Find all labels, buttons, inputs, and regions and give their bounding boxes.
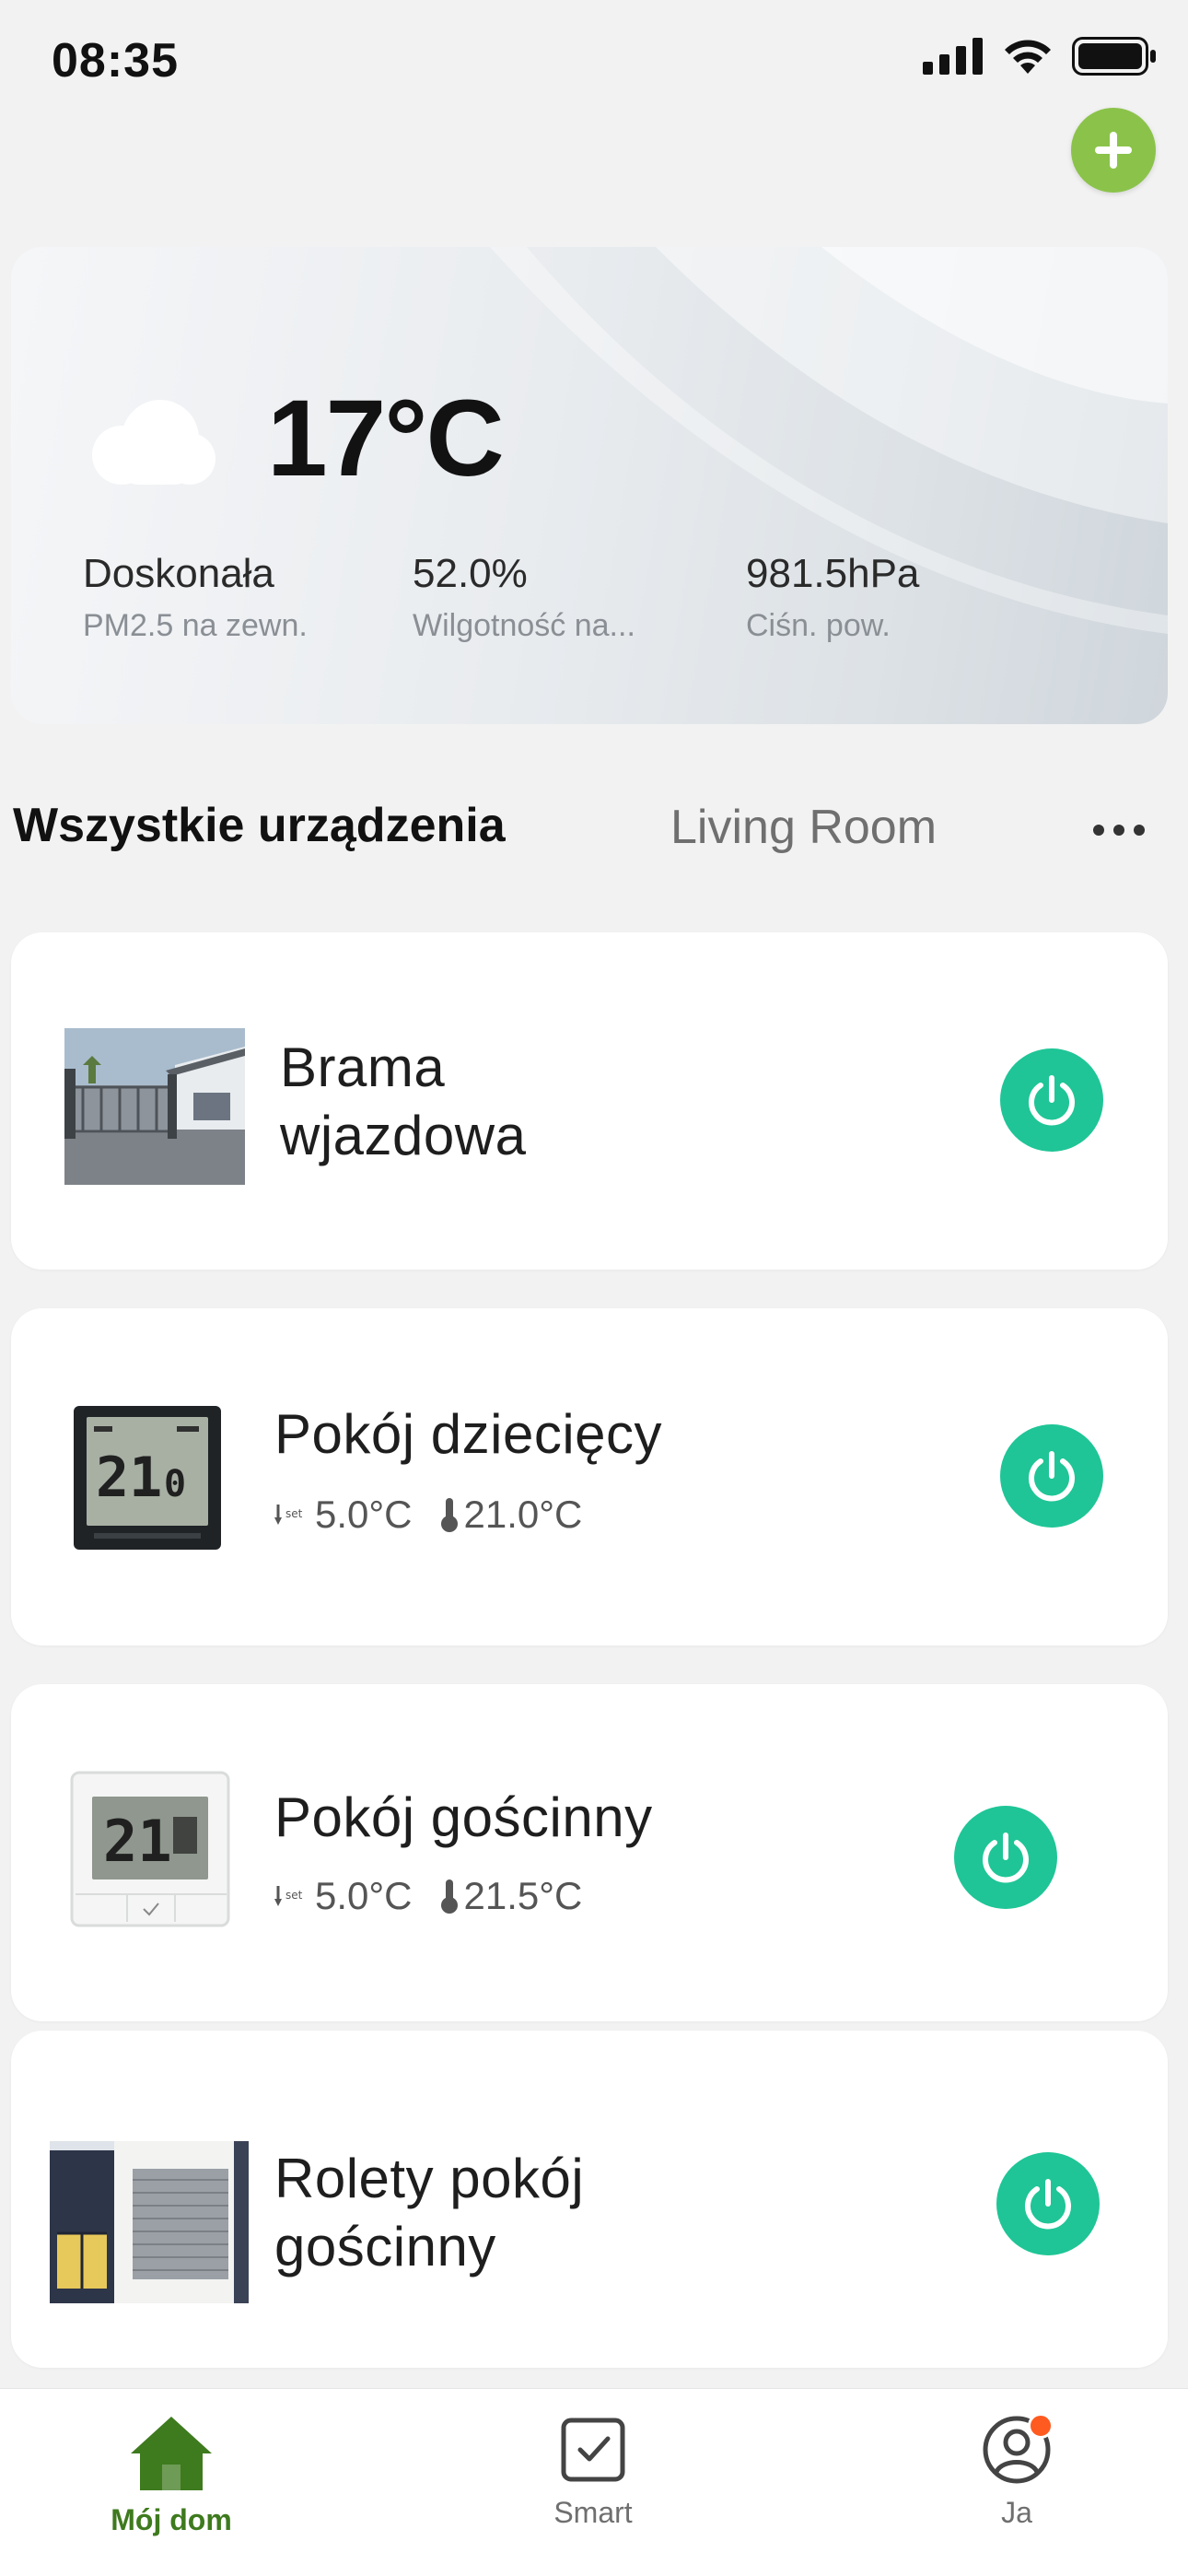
notification-badge xyxy=(1028,2413,1054,2439)
svg-text:21: 21 xyxy=(103,1808,172,1875)
more-dots-icon[interactable] xyxy=(1077,807,1160,853)
bottom-navigation: Mój dom Smart Ja xyxy=(0,2388,1188,2576)
device-card-guest-shutters[interactable]: Rolety pokój gościnny xyxy=(11,2031,1168,2368)
power-icon xyxy=(1025,2179,1071,2230)
nav-label-home: Mój dom xyxy=(111,2503,232,2536)
current-temperature: 21.0°C xyxy=(438,1493,583,1537)
device-card-gate[interactable]: Brama wjazdowa xyxy=(11,932,1168,1270)
smart-checkbox-icon xyxy=(561,2418,625,2482)
humidity-label: Wilgotność na... xyxy=(413,608,635,643)
device-card-kids-room[interactable]: 21 0 Pokój dziecięcy set 5.0°C 21.0°C xyxy=(11,1308,1168,1645)
nav-item-home[interactable]: Mój dom xyxy=(70,2413,273,2537)
power-button-kids-room[interactable] xyxy=(1000,1424,1103,1528)
device-name-line1: Rolety pokój xyxy=(274,2148,585,2209)
app-screen: 08:35 17°C Doskonała PM2.5 na zewn. 52.0… xyxy=(0,0,1188,2576)
humidity-value: 52.0% xyxy=(413,551,528,596)
current-temperature: 21.5°C xyxy=(438,1874,583,1918)
pm25-stat: Doskonała PM2.5 na zewn. xyxy=(83,551,308,644)
thermometer-icon xyxy=(440,1498,458,1532)
signal-icon xyxy=(923,38,983,75)
set-temp-icon: set xyxy=(274,1886,303,1906)
weather-card[interactable]: 17°C Doskonała PM2.5 na zewn. 52.0% Wilg… xyxy=(11,247,1168,724)
set-temp-icon: set xyxy=(274,1505,303,1525)
device-temps-guest-room: set 5.0°C 21.5°C xyxy=(274,1874,582,1918)
svg-text:21: 21 xyxy=(96,1446,162,1510)
power-icon xyxy=(983,1832,1029,1883)
svg-text:set: set xyxy=(285,1889,303,1902)
pm25-value: Doskonała xyxy=(83,551,274,596)
add-device-button[interactable] xyxy=(1071,108,1156,193)
status-time: 08:35 xyxy=(52,34,179,88)
device-name-guest-shutters: Rolety pokój gościnny xyxy=(274,2145,584,2281)
pm25-label: PM2.5 na zewn. xyxy=(83,608,308,643)
pressure-label: Ciśn. pow. xyxy=(746,608,891,643)
nav-label-profile: Ja xyxy=(1001,2496,1032,2529)
set-temperature: set 5.0°C xyxy=(274,1493,413,1537)
device-name-guest-room: Pokój gościnny xyxy=(274,1786,653,1848)
set-temp-value: 5.0°C xyxy=(315,1874,413,1917)
device-name-line2: wjazdowa xyxy=(280,1105,527,1166)
status-bar: 08:35 xyxy=(0,0,1188,129)
outdoor-temperature: 17°C xyxy=(267,378,505,499)
pressure-value: 981.5hPa xyxy=(746,551,920,596)
dot xyxy=(1113,825,1124,836)
home-icon xyxy=(131,2417,212,2490)
thermostat-white: 21 xyxy=(66,1769,236,1929)
nav-item-profile[interactable]: Ja xyxy=(915,2413,1118,2530)
device-name-gate: Brama wjazdowa xyxy=(280,1034,526,1170)
device-card-guest-room[interactable]: 21 Pokój gościnny set 5.0°C 21.5°C xyxy=(11,1684,1168,2021)
device-name-line1: Brama xyxy=(280,1036,446,1098)
dot xyxy=(1093,825,1104,836)
power-icon xyxy=(1029,1451,1075,1502)
humidity-stat: 52.0% Wilgotność na... xyxy=(413,551,635,644)
current-temp-value: 21.5°C xyxy=(463,1874,583,1917)
device-name-line2: gościnny xyxy=(274,2216,496,2277)
current-temp-value: 21.0°C xyxy=(463,1493,583,1536)
device-temps-kids-room: set 5.0°C 21.0°C xyxy=(274,1493,582,1537)
wifi-icon xyxy=(1005,40,1051,74)
nav-label-smart: Smart xyxy=(553,2496,633,2529)
svg-text:set: set xyxy=(285,1507,303,1520)
device-name-kids-room: Pokój dziecięcy xyxy=(274,1403,663,1465)
power-button-gate[interactable] xyxy=(1000,1048,1103,1152)
svg-text:0: 0 xyxy=(164,1463,186,1505)
cloud-icon xyxy=(92,400,215,485)
set-temp-value: 5.0°C xyxy=(315,1493,413,1536)
gate-photo xyxy=(64,1028,245,1185)
battery-icon xyxy=(1072,37,1156,76)
set-temperature: set 5.0°C xyxy=(274,1874,413,1918)
tab-all-devices[interactable]: Wszystkie urządzenia xyxy=(13,798,506,853)
status-icons xyxy=(923,37,1157,76)
nav-item-smart[interactable]: Smart xyxy=(492,2413,694,2530)
room-tabs: Wszystkie urządzenia Living Room xyxy=(0,792,1188,866)
dot xyxy=(1134,825,1145,836)
tab-living-room[interactable]: Living Room xyxy=(670,800,937,855)
plus-icon xyxy=(1095,132,1132,169)
shutter-photo xyxy=(50,2141,249,2303)
power-icon xyxy=(1029,1075,1075,1126)
thermostat-black: 21 0 xyxy=(72,1404,223,1551)
power-button-guest-room[interactable] xyxy=(954,1806,1057,1909)
power-button-guest-shutters[interactable] xyxy=(996,2152,1100,2255)
thermometer-icon xyxy=(440,1879,458,1914)
pressure-stat: 981.5hPa Ciśn. pow. xyxy=(746,551,919,644)
